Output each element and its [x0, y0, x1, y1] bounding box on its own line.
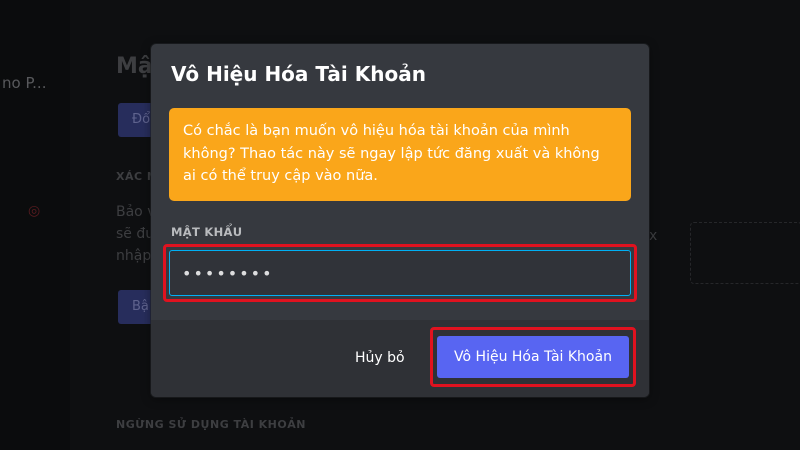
cancel-button[interactable]: Hủy bỏ [351, 342, 409, 374]
background-text-line: Bảo v [116, 204, 156, 220]
password-label: MẬT KHẨU [171, 225, 243, 239]
nitro-icon: ◎ [28, 203, 41, 219]
background-stray-letter: x [649, 228, 658, 244]
modal-footer: Hủy bỏ Vô Hiệu Hóa Tài Khoản [151, 320, 649, 397]
background-text-line: nhập [116, 248, 152, 264]
background-disable-account-header: NGỪNG SỬ DỤNG TÀI KHOẢN [116, 418, 306, 431]
background-sidebar-label: no P... [2, 74, 47, 92]
modal-title: Vô Hiệu Hóa Tài Khoản [171, 62, 426, 86]
warning-notice: Có chắc là bạn muốn vô hiệu hóa tài khoả… [169, 108, 631, 201]
disable-account-modal: Vô Hiệu Hóa Tài Khoản Có chắc là bạn muố… [151, 44, 649, 397]
background-text-line: sẽ đư [116, 226, 155, 242]
disable-account-button[interactable]: Vô Hiệu Hóa Tài Khoản [437, 336, 629, 378]
password-input[interactable] [169, 250, 631, 296]
background-illustration [690, 222, 800, 284]
background-page-title: Mậ [116, 54, 153, 79]
background-sidebar: no P... ◎ [0, 0, 70, 450]
